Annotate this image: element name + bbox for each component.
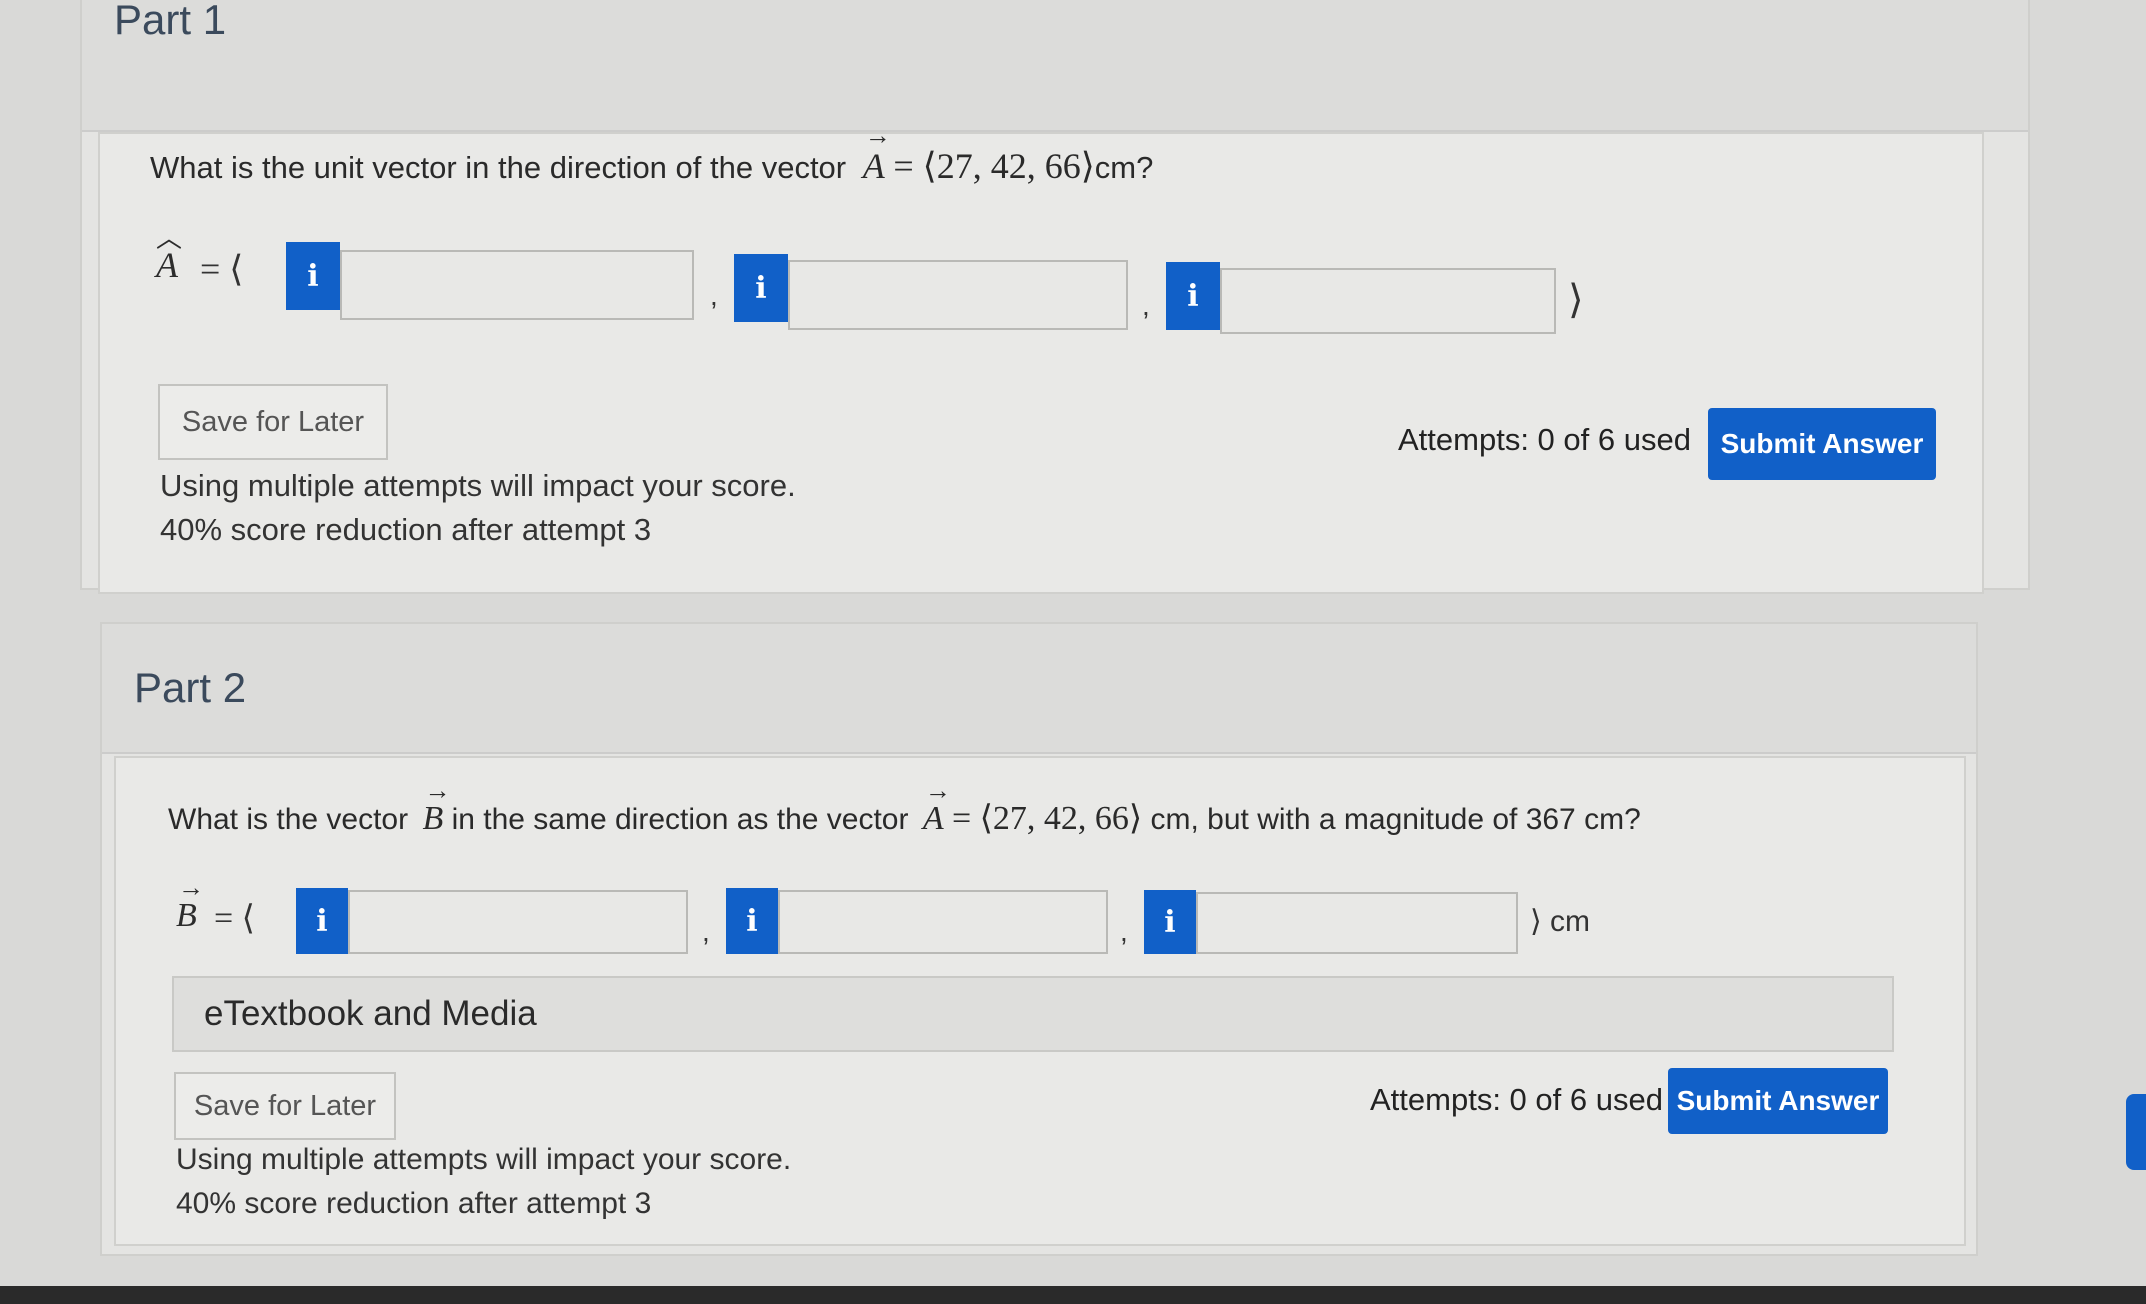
part1-note-line-1: Using multiple attempts will impact your… — [160, 468, 796, 503]
part2-info-button-1[interactable]: i — [296, 888, 348, 954]
vector-a-symbol: → A — [862, 121, 891, 187]
part1-info-button-1[interactable]: i — [286, 242, 340, 310]
part1-attempts-counter: Attempts: 0 of 6 used — [1398, 422, 1691, 457]
part2-note-line-1: Using multiple attempts will impact your… — [176, 1143, 792, 1176]
part1-title: Part 1 — [114, 0, 227, 43]
part1-note-line-2: 40% score reduction after attempt 3 — [160, 512, 652, 547]
part1-comma-1: , — [710, 280, 718, 311]
part2-note-line-2: 40% score reduction after attempt 3 — [176, 1187, 652, 1220]
part1-submit-answer-button[interactable]: Submit Answer — [1708, 408, 1936, 480]
part1-answer-input-3[interactable] — [1220, 268, 1556, 334]
vector-b-symbol: → B — [422, 776, 451, 838]
part2-question: What is the vector → B in the same direct… — [168, 776, 1641, 838]
part2-answer-input-3[interactable] — [1196, 892, 1518, 954]
part1-attempts-note: Using multiple attempts will impact your… — [160, 464, 796, 552]
part1-answer-input-2[interactable] — [788, 260, 1128, 330]
part1-question-prefix: What is the unit vector in the direction… — [150, 150, 847, 185]
part1-header — [82, 0, 2028, 132]
part2-comma-2: , — [1120, 916, 1128, 947]
part1-save-for-later-button[interactable]: Save for Later — [158, 384, 388, 460]
part1-question-suffix: cm? — [1094, 150, 1154, 185]
part1-question: What is the unit vector in the direction… — [150, 121, 1154, 187]
screen-bottom-bezel — [0, 1286, 2146, 1304]
part2-vector-value: = ⟨27, 42, 66⟩ — [951, 800, 1143, 837]
part2-answer-input-2[interactable] — [778, 890, 1108, 954]
part2-answer-input-1[interactable] — [348, 890, 688, 954]
part2-attempts-note: Using multiple attempts will impact your… — [176, 1138, 791, 1226]
etextbook-and-media-bar[interactable]: eTextbook and Media — [172, 976, 1894, 1052]
side-tab-edge[interactable] — [2126, 1094, 2146, 1170]
part1-close-bracket: ⟩ — [1568, 277, 1584, 322]
part2-equals-open: = ⟨ — [214, 900, 255, 937]
part1-info-button-3[interactable]: i — [1166, 262, 1220, 330]
part2-header — [102, 624, 1976, 754]
part1-equals-open: = ⟨ — [200, 249, 244, 289]
part2-question-middle: in the same direction as the vector — [451, 803, 909, 836]
part1-info-button-2[interactable]: i — [734, 254, 788, 322]
part2-comma-1: , — [702, 916, 710, 947]
part2-save-for-later-button[interactable]: Save for Later — [174, 1072, 396, 1140]
part2-submit-answer-button[interactable]: Submit Answer — [1668, 1068, 1888, 1134]
part2-title: Part 2 — [134, 664, 247, 711]
part1-vector-value: = ⟨27, 42, 66⟩ — [893, 146, 1095, 186]
unit-vector-a-hat-label: ︿ A — [156, 224, 183, 286]
part2-attempts-counter: Attempts: 0 of 6 used — [1370, 1082, 1663, 1117]
part2-question-suffix: cm, but with a magnitude of 367 cm? — [1150, 803, 1641, 836]
part1-comma-2: , — [1142, 290, 1150, 321]
part1-answer-input-1[interactable] — [340, 250, 694, 320]
vector-a-symbol-2: → A — [922, 776, 951, 838]
part2-close-unit: ⟩ cm — [1530, 905, 1591, 938]
part2-info-button-3[interactable]: i — [1144, 890, 1196, 954]
part2-info-button-2[interactable]: i — [726, 888, 778, 954]
part2-question-prefix: What is the vector — [168, 803, 409, 836]
vector-b-answer-label: → B — [176, 873, 204, 935]
